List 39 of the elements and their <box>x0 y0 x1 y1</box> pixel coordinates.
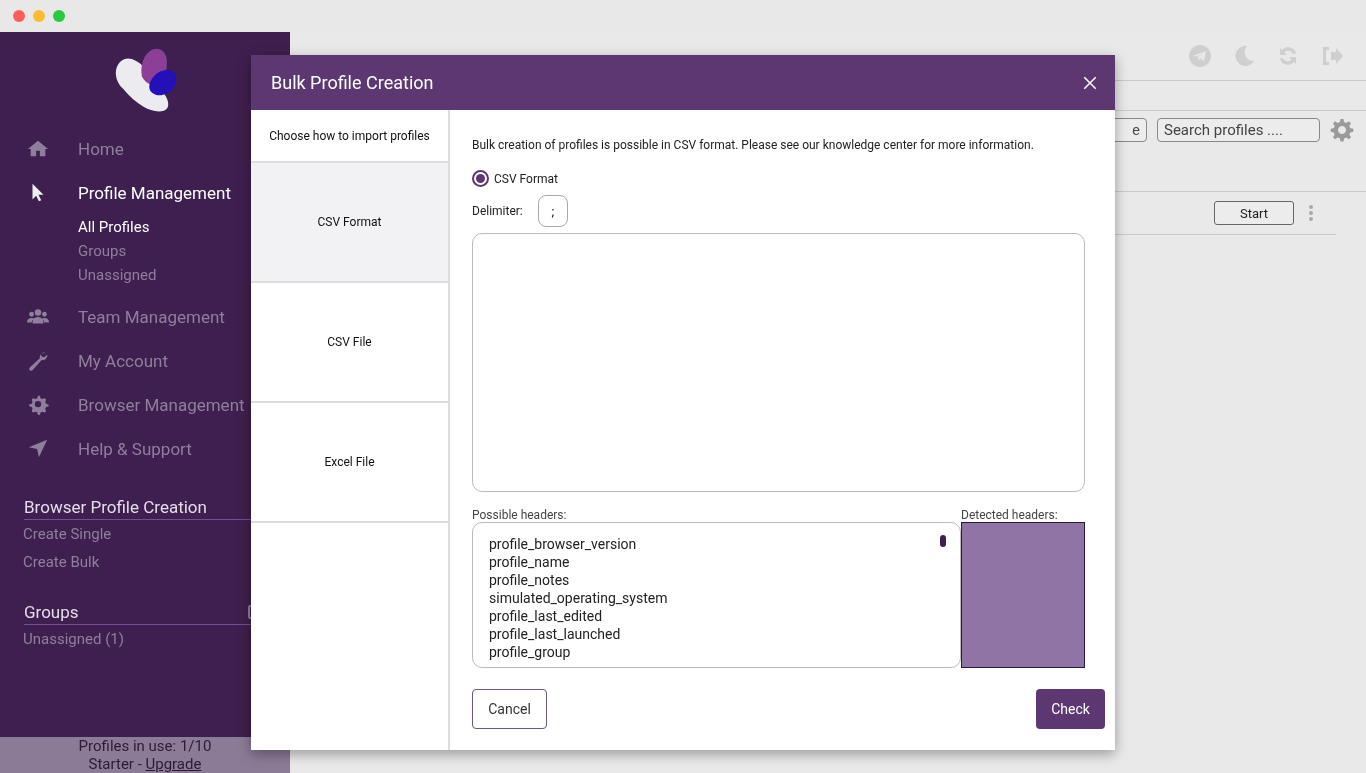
import-tab[interactable]: CSV Format <box>251 163 448 283</box>
intro-text: Bulk creation of profiles is possible in CSV format. Please see our knowledge center for more information. <box>472 138 1035 154</box>
radio-label: CSV Format <box>494 171 558 186</box>
plan-text: Starter - <box>88 755 143 773</box>
upgrade-link[interactable]: Upgrade <box>145 755 202 773</box>
search-field[interactable]: Search profiles .... <box>1157 118 1320 142</box>
window-control[interactable] <box>33 10 45 22</box>
delimiter-label: Delimiter: <box>472 204 523 218</box>
window-control[interactable] <box>53 10 65 22</box>
field-label: Possible headers: <box>472 508 567 522</box>
import-tab[interactable]: Excel File <box>251 403 448 523</box>
close-icon <box>1083 75 1097 90</box>
header-name: profile_group <box>489 643 572 661</box>
header-name: profile_name <box>489 553 571 571</box>
settings-icon[interactable] <box>1330 118 1354 142</box>
import-tab[interactable]: CSV File <box>251 283 448 403</box>
gear-icon <box>26 394 50 416</box>
paper-plane-icon[interactable] <box>1188 44 1212 68</box>
section-title: Groups <box>24 601 79 622</box>
csv-input-area[interactable] <box>472 233 1085 492</box>
field-label: Detected headers: <box>961 508 1059 522</box>
header-name: simulated_operating_system <box>489 589 668 607</box>
cancel-button[interactable]: Cancel <box>472 689 547 729</box>
check-button[interactable]: Check <box>1036 689 1105 729</box>
window-control[interactable] <box>13 10 25 22</box>
header-name: profile_last_launched <box>489 625 622 643</box>
moon-icon[interactable] <box>1232 44 1256 68</box>
header-name: profile_browser_version <box>489 535 638 553</box>
logout-icon[interactable] <box>1320 44 1344 68</box>
delimiter-field[interactable]: ; <box>537 195 568 227</box>
radio-button[interactable] <box>472 170 489 187</box>
scrollbar-thumb[interactable] <box>940 535 946 547</box>
usage-text: Profiles in use: 1/10 <box>77 737 213 755</box>
more-icon[interactable] <box>1308 204 1314 222</box>
start-button[interactable]: Start <box>1214 201 1294 225</box>
header-name: profile_notes <box>489 571 571 589</box>
section-title: Browser Profile Creation <box>24 496 207 517</box>
dialog-title: Bulk Profile Creation <box>271 72 434 93</box>
header-name: profile_last_edited <box>489 607 604 625</box>
